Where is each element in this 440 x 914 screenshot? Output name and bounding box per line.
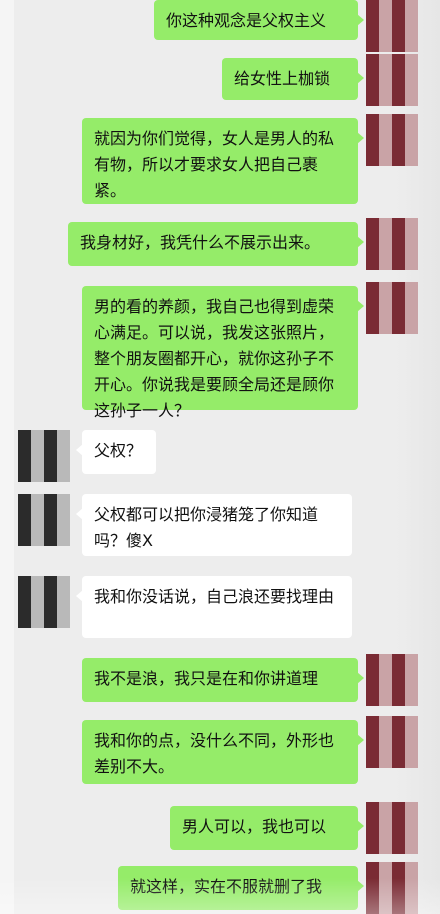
message-text: 父权？	[94, 441, 143, 460]
avatar-other[interactable]	[18, 576, 70, 628]
message-text: 就这样，实在不服就删了我	[130, 877, 323, 896]
avatar-self[interactable]	[366, 716, 418, 768]
message-bubble-sent[interactable]: 男的看的养颜，我自己也得到虚荣心满足。可以说，我发这张照片，整个朋友圈都开心，就…	[82, 286, 364, 420]
avatar-self[interactable]	[366, 654, 418, 706]
message-bubble-sent[interactable]: 我和你的点，没什么不同，外形也差别不大。	[82, 720, 364, 784]
message-text: 男的看的养颜，我自己也得到虚荣心满足。可以说，我发这张照片，整个朋友圈都开心，就…	[94, 297, 335, 420]
message-bubble-sent[interactable]: 我不是浪，我只是在和你讲道理	[82, 658, 364, 702]
avatar-self[interactable]	[366, 54, 418, 106]
message-bubble-sent[interactable]: 你这种观念是父权主义	[154, 0, 364, 40]
message-bubble-sent[interactable]: 就因为你们觉得，女人是男人的私有物，所以才要求女人把自己裹紧。	[82, 118, 364, 204]
message-text: 我和你没话说，自己浪还要找理由	[94, 587, 335, 606]
message-bubble-sent[interactable]: 就这样，实在不服就删了我	[118, 866, 364, 910]
message-bubble-received[interactable]: 父权都可以把你浸猪笼了你知道吗？傻X	[76, 494, 352, 556]
avatar-self[interactable]	[366, 862, 418, 914]
message-text: 你这种观念是父权主义	[166, 11, 327, 30]
message-bubble-sent[interactable]: 男人可以，我也可以	[170, 806, 364, 850]
message-bubble-received[interactable]: 我和你没话说，自己浪还要找理由	[76, 576, 352, 638]
avatar-self[interactable]	[366, 802, 418, 854]
message-text: 给女性上枷锁	[234, 69, 331, 88]
avatar-self[interactable]	[366, 218, 418, 270]
avatar-self[interactable]	[366, 0, 418, 52]
avatar-other[interactable]	[18, 494, 70, 546]
avatar-self[interactable]	[366, 282, 418, 334]
message-text: 父权都可以把你浸猪笼了你知道吗？傻X	[94, 505, 319, 550]
avatar-other[interactable]	[18, 430, 70, 482]
message-text: 我不是浪，我只是在和你讲道理	[94, 669, 319, 688]
message-bubble-sent[interactable]: 给女性上枷锁	[222, 58, 364, 100]
message-text: 男人可以，我也可以	[182, 817, 327, 836]
chat-view: 你这种观念是父权主义 给女性上枷锁 就因为你们觉得，女人是男人的私有物，所以才要…	[0, 0, 440, 914]
avatar-self[interactable]	[366, 114, 418, 166]
chat-left-margin	[0, 0, 14, 914]
message-text: 我身材好，我凭什么不展示出来。	[80, 233, 321, 252]
message-text: 就因为你们觉得，女人是男人的私有物，所以才要求女人把自己裹紧。	[94, 129, 335, 200]
message-bubble-received[interactable]: 父权？	[76, 430, 156, 474]
message-bubble-sent[interactable]: 我身材好，我凭什么不展示出来。	[68, 222, 364, 266]
message-text: 我和你的点，没什么不同，外形也差别不大。	[94, 731, 335, 776]
